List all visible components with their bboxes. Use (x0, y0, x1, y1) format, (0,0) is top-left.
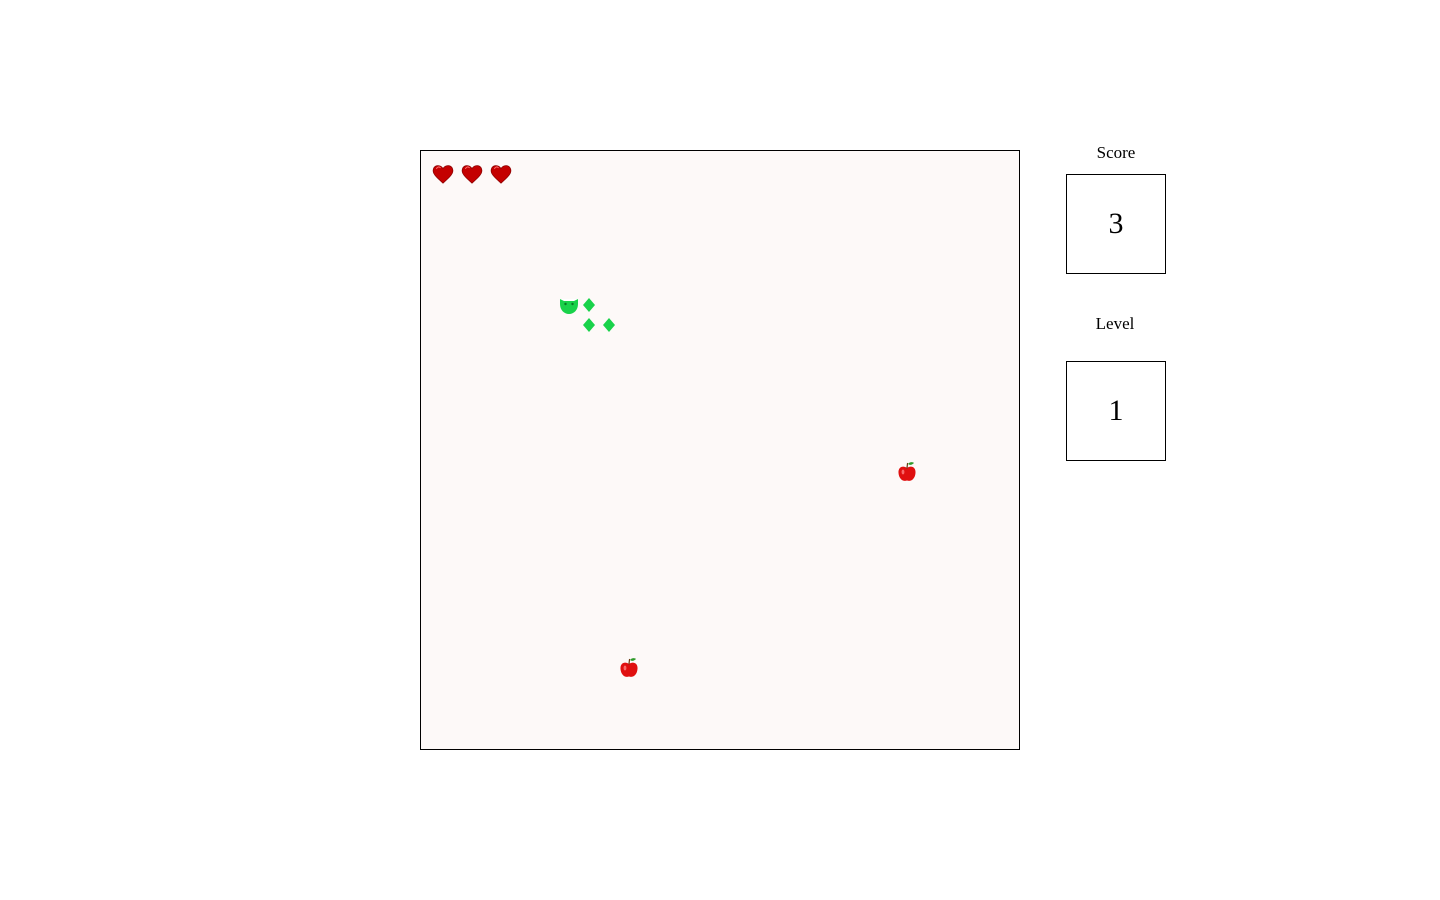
level-box: 1 (1066, 361, 1166, 461)
snake-head-icon (560, 299, 578, 314)
score-value: 3 (1108, 207, 1124, 240)
snake-segment (583, 318, 595, 332)
level-label: Level (1095, 314, 1135, 333)
game-board[interactable] (420, 150, 1020, 750)
heart-icon (432, 165, 454, 184)
score-label: Score (1096, 143, 1136, 162)
heart-icon (490, 165, 512, 184)
level-value: 1 (1108, 394, 1124, 427)
score-box: 3 (1066, 174, 1166, 274)
snake-segment (603, 318, 615, 332)
apple-icon (620, 658, 638, 677)
game-screen: Score 3 Level 1 (0, 0, 1440, 900)
heart-icon (461, 165, 483, 184)
snake-segment (583, 298, 595, 312)
apple-icon (898, 462, 916, 481)
